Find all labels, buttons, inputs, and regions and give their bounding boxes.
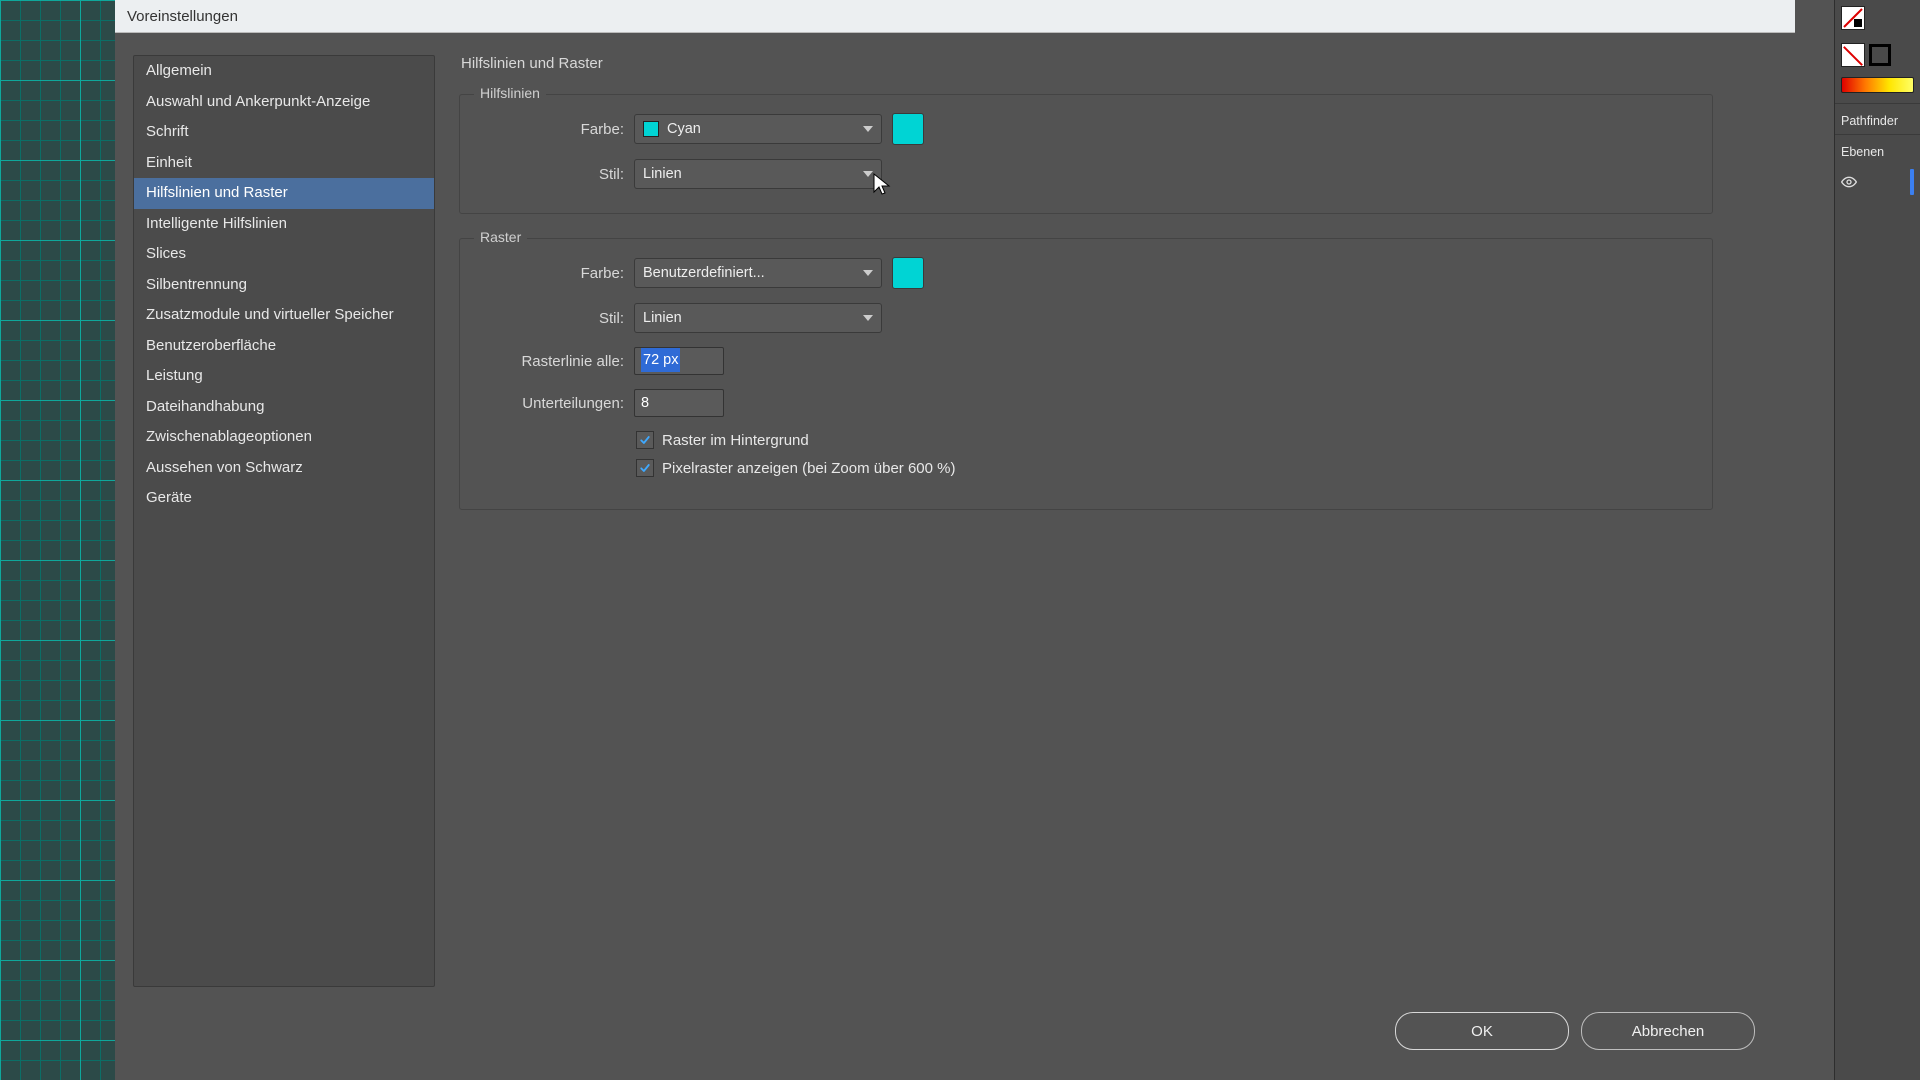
- fill-stroke-tools[interactable]: [1835, 37, 1920, 73]
- guides-color-chip-icon: [643, 121, 659, 137]
- grid-color-select[interactable]: Benutzerdefiniert...: [634, 258, 882, 288]
- chevron-down-icon: [863, 171, 873, 177]
- sidebar-item-hyphenation[interactable]: Silbentrennung: [134, 270, 434, 301]
- guides-style-select[interactable]: Linien: [634, 159, 882, 189]
- sidebar-item-guides-grid[interactable]: Hilfslinien und Raster: [134, 178, 434, 209]
- sidebar-item-type[interactable]: Schrift: [134, 117, 434, 148]
- checkmark-icon: [639, 462, 651, 474]
- grid-color-swatch[interactable]: [892, 257, 924, 289]
- panel-pathfinder-label[interactable]: Pathfinder: [1835, 103, 1920, 134]
- dialog-title: Voreinstellungen: [127, 8, 238, 25]
- pixel-grid-checkbox[interactable]: [636, 459, 654, 477]
- checkmark-icon: [639, 434, 651, 446]
- guides-color-swatch[interactable]: [892, 113, 924, 145]
- sidebar-item-appearance-black[interactable]: Aussehen von Schwarz: [134, 453, 434, 484]
- sidebar-item-performance[interactable]: Leistung: [134, 361, 434, 392]
- ok-button[interactable]: OK: [1395, 1012, 1569, 1050]
- chevron-down-icon: [863, 270, 873, 276]
- cancel-button[interactable]: Abbrechen: [1581, 1012, 1755, 1050]
- layer-color-swatch: [1910, 169, 1914, 195]
- subdivisions-input[interactable]: 8: [634, 389, 724, 417]
- subdivisions-label: Unterteilungen:: [484, 395, 624, 412]
- color-spectrum-bar[interactable]: [1841, 77, 1914, 93]
- guides-style-label: Stil:: [484, 166, 624, 183]
- sidebar-item-devices[interactable]: Geräte: [134, 483, 434, 514]
- preferences-category-list: Allgemein Auswahl und Ankerpunkt-Anzeige…: [133, 55, 435, 987]
- sidebar-item-ui[interactable]: Benutzeroberfläche: [134, 331, 434, 362]
- grid-style-value: Linien: [643, 310, 682, 326]
- guides-color-select[interactable]: Cyan: [634, 114, 882, 144]
- dialog-titlebar[interactable]: Voreinstellungen: [115, 0, 1795, 33]
- grid-in-back-label: Raster im Hintergrund: [662, 432, 809, 449]
- grid-legend: Raster: [474, 229, 527, 245]
- preferences-main-panel: Hilfslinien und Raster Hilfslinien Farbe…: [459, 55, 1773, 1070]
- grid-color-label: Farbe:: [484, 265, 624, 282]
- page-heading: Hilfslinien und Raster: [461, 55, 1733, 72]
- grid-group: Raster Farbe: Benutzerdefiniert... Stil:…: [459, 238, 1713, 510]
- subdivisions-value: 8: [641, 395, 649, 411]
- grid-in-back-checkbox[interactable]: [636, 431, 654, 449]
- gridline-every-label: Rasterlinie alle:: [484, 353, 624, 370]
- grid-style-select[interactable]: Linien: [634, 303, 882, 333]
- sidebar-item-clipboard[interactable]: Zwischenablageoptionen: [134, 422, 434, 453]
- guides-group: Hilfslinien Farbe: Cyan Stil: Linien: [459, 94, 1713, 214]
- chevron-down-icon: [863, 315, 873, 321]
- dialog-button-bar: OK Abbrechen: [1395, 1012, 1755, 1050]
- guides-color-label: Farbe:: [484, 121, 624, 138]
- panel-layers-label[interactable]: Ebenen: [1835, 134, 1920, 165]
- visibility-eye-icon[interactable]: [1841, 174, 1857, 190]
- preferences-dialog: Voreinstellungen Allgemein Auswahl und A…: [115, 0, 1795, 1080]
- grid-style-label: Stil:: [484, 310, 624, 327]
- guides-color-value: Cyan: [667, 121, 701, 137]
- gridline-every-input[interactable]: 72 px: [634, 347, 724, 375]
- guides-style-value: Linien: [643, 166, 682, 182]
- gridline-every-value: 72 px: [641, 348, 680, 372]
- pixel-grid-label: Pixelraster anzeigen (bei Zoom über 600 …: [662, 460, 955, 477]
- sidebar-item-selection-anchor[interactable]: Auswahl und Ankerpunkt-Anzeige: [134, 87, 434, 118]
- sidebar-item-general[interactable]: Allgemein: [134, 56, 434, 87]
- sidebar-item-smart-guides[interactable]: Intelligente Hilfslinien: [134, 209, 434, 240]
- document-grid-background: [0, 0, 115, 1080]
- fill-swatch-icon[interactable]: [1841, 43, 1865, 67]
- chevron-down-icon: [863, 126, 873, 132]
- guides-legend: Hilfslinien: [474, 85, 546, 101]
- out-of-gamut-icon: [1841, 6, 1865, 30]
- sidebar-item-units[interactable]: Einheit: [134, 148, 434, 179]
- sidebar-item-slices[interactable]: Slices: [134, 239, 434, 270]
- grid-color-value: Benutzerdefiniert...: [643, 265, 765, 281]
- sidebar-item-file-handling[interactable]: Dateihandhabung: [134, 392, 434, 423]
- layer-row[interactable]: [1835, 165, 1920, 199]
- sidebar-item-plugins-scratch[interactable]: Zusatzmodule und virtueller Speicher: [134, 300, 434, 331]
- stroke-swatch-icon[interactable]: [1869, 44, 1891, 66]
- app-side-panels: Pathfinder Ebenen: [1834, 0, 1920, 1080]
